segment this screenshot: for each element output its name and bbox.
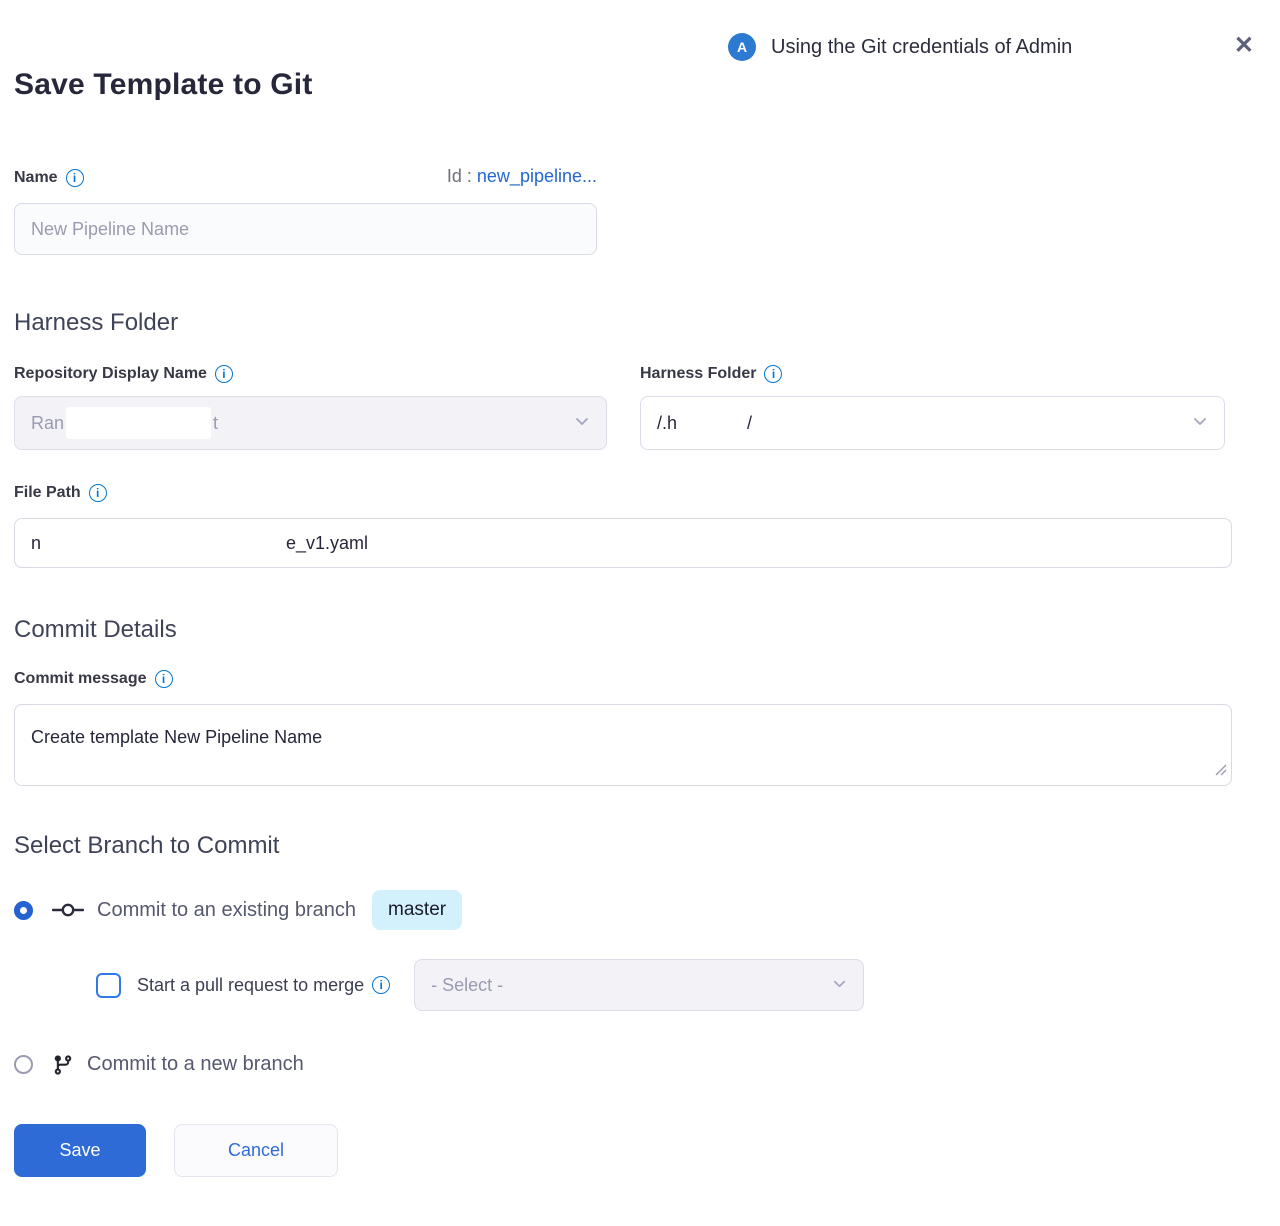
name-label-row: Name i Id : new_pipeline... [14,166,597,187]
existing-branch-label: Commit to an existing branch [97,899,356,922]
harness-folder-heading: Harness Folder [14,309,1232,337]
resize-handle[interactable] [1215,763,1227,781]
new-branch-row: Commit to a new branch [14,1053,1232,1076]
close-icon[interactable]: ✕ [1234,34,1254,58]
file-path-value-end: e_v1.yaml [286,533,368,554]
save-button[interactable]: Save [14,1124,146,1177]
commit-message-info-icon[interactable]: i [155,670,173,688]
chevron-down-icon [574,413,590,434]
redaction-block [66,407,211,439]
select-branch-heading: Select Branch to Commit [14,832,1232,860]
id-link[interactable]: new_pipeline... [477,166,597,186]
new-branch-label: Commit to a new branch [87,1053,304,1076]
chevron-down-icon [832,975,847,996]
name-label: Name [14,169,58,187]
file-path-value-start: n [31,533,41,554]
radio-existing-branch[interactable] [14,901,33,920]
branch-chip[interactable]: master [372,890,462,930]
repository-value-end: t [213,413,218,434]
git-branch-icon [52,1054,74,1076]
name-input[interactable] [14,203,597,255]
repository-value-start: Ran [31,413,64,434]
repository-select[interactable]: Ran t [14,396,607,450]
cancel-button[interactable]: Cancel [174,1124,338,1177]
folder-value-end: / [747,413,752,434]
file-path-info-icon[interactable]: i [89,484,107,502]
avatar: A [728,33,756,61]
repository-info-icon[interactable]: i [215,365,233,383]
commit-message-label: Commit message [14,670,147,688]
id-prefix: Id : [447,166,472,186]
pull-request-checkbox[interactable] [96,973,121,998]
harness-folder-select[interactable]: /.h / [640,396,1225,450]
pull-request-label: Start a pull request to merge [137,975,364,996]
pull-request-row: Start a pull request to merge i - Select… [96,959,1232,1011]
commit-message-textarea[interactable]: Create template New Pipeline Name [14,704,1232,786]
folder-value-start: /.h [657,413,677,434]
save-template-to-git-dialog: A Using the Git credentials of Admin ✕ S… [0,0,1280,1226]
commit-icon [52,900,84,920]
commit-details-heading: Commit Details [14,616,1232,644]
pull-request-info-icon[interactable]: i [372,976,390,994]
target-branch-select[interactable]: - Select - [414,959,864,1011]
dialog-title: Save Template to Git [14,68,1232,102]
radio-new-branch[interactable] [14,1055,33,1074]
git-credentials-text: Using the Git credentials of Admin [771,36,1072,59]
folder-label: Harness Folder [640,365,756,383]
chevron-down-icon [1192,413,1208,434]
existing-branch-row: Commit to an existing branch master [14,890,1232,930]
target-branch-placeholder: - Select - [431,975,503,996]
name-info-icon[interactable]: i [66,169,84,187]
file-path-label: File Path [14,484,81,502]
redaction-block [677,407,747,439]
file-path-input[interactable]: n e_v1.yaml [14,518,1232,568]
folder-info-icon[interactable]: i [764,365,782,383]
repository-label: Repository Display Name [14,365,207,383]
redaction-block [41,527,286,559]
git-credentials-badge: A Using the Git credentials of Admin [728,33,1072,61]
